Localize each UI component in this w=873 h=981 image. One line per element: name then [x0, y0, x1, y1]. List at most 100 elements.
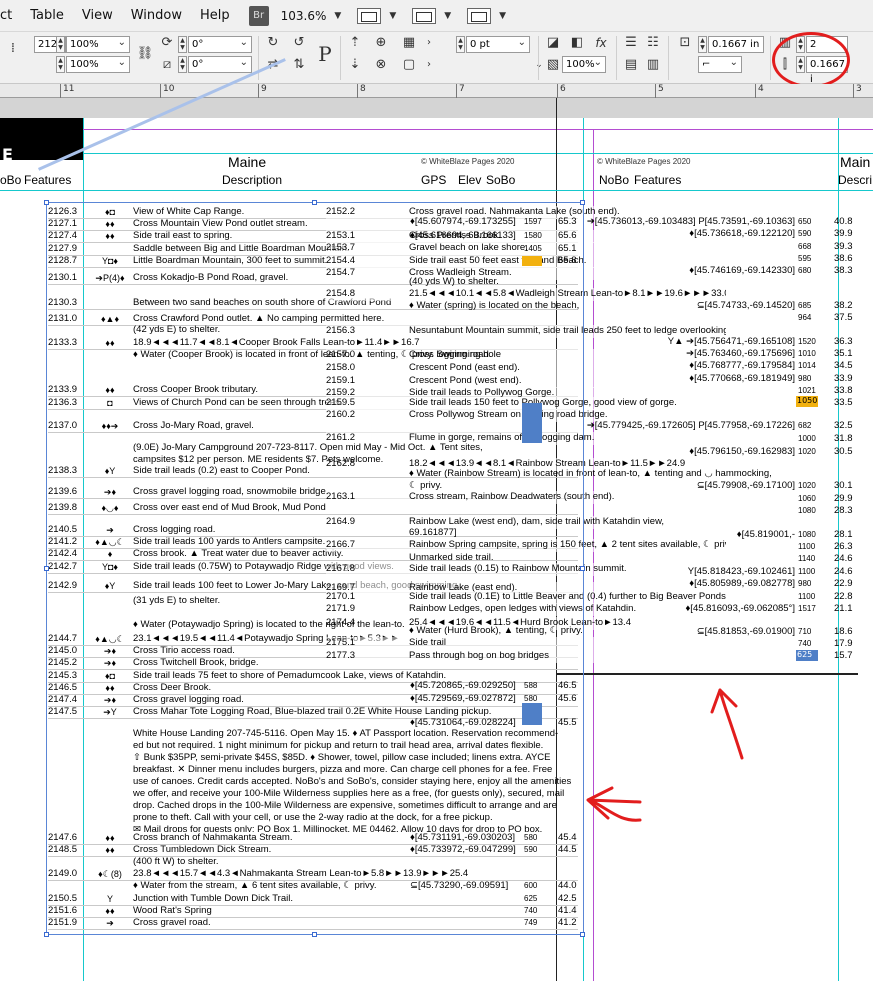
gps-coordinate: ♦[45.729569,-69.027872]: [410, 693, 516, 704]
inset-stepper[interactable]: ▲ ▼: [698, 36, 707, 53]
reference-point-icon[interactable]: ⁞: [4, 40, 22, 58]
rotate-ccw-icon[interactable]: ↺: [290, 34, 308, 52]
align-bottom-icon[interactable]: ▥: [644, 56, 662, 74]
text-wrap-box-icon[interactable]: ☷: [644, 34, 662, 52]
nahm-water-note: ♦ Water from the stream, ▲ 6 tent sites …: [133, 880, 377, 891]
table-row[interactable]: 964 37.5: [586, 312, 873, 325]
stroke-weight-field[interactable]: 0 pt: [466, 35, 530, 53]
row-description: 21.5◄◄◄10.1◄◄5.8◄Wadleigh Stream Lean-to…: [409, 288, 726, 299]
sobo-value: 31.8: [834, 433, 853, 444]
row-description: Side trail: [409, 637, 446, 648]
zoom-level[interactable]: 103.6%: [281, 9, 327, 23]
select-container-icon[interactable]: ⇡: [346, 34, 364, 52]
select-previous-icon[interactable]: ⇣: [346, 56, 364, 74]
screen-mode-dropdown-icon[interactable]: ▼: [389, 11, 396, 21]
mile-value: 2133.9: [48, 384, 78, 395]
selection-handle[interactable]: [44, 932, 49, 937]
flip-vertical-icon[interactable]: ⇅: [290, 56, 308, 74]
opacity-field[interactable]: 100%: [562, 55, 606, 73]
menu-help[interactable]: Help: [191, 8, 239, 23]
row-description: Cross Jo-Mary Road, gravel.: [133, 420, 254, 431]
effects-icon[interactable]: ◧: [568, 34, 586, 52]
rotate-cw-icon[interactable]: ↻: [264, 34, 282, 52]
table-row[interactable]: 1080 28.3: [586, 505, 873, 518]
elevation-value: 1100: [798, 592, 816, 601]
drop-shadow-icon[interactable]: ◪: [544, 34, 562, 52]
fx-icon[interactable]: fx: [592, 34, 610, 52]
select-next-icon[interactable]: ⊗: [372, 56, 390, 74]
table-row[interactable]: ♦[45.796150,-69.162983] 1020 30.5: [586, 446, 873, 459]
selection-handle[interactable]: [44, 566, 49, 571]
scale-y-field[interactable]: 100%: [66, 55, 130, 73]
table-row[interactable]: 625 15.7: [586, 650, 873, 663]
table-row[interactable]: ♦[45.816093,-69.062085°] 1517 21.1: [586, 603, 873, 616]
table-row[interactable]: ♦[45.736618,-69.122120] 590 39.9: [586, 228, 873, 241]
elevation-value: 1597: [524, 217, 542, 226]
mile-value: 2153.7: [326, 242, 356, 253]
horizontal-ruler[interactable]: 11 10 9 8 7 6 5 4 3: [0, 84, 873, 98]
mile-value: 2128.7: [48, 255, 78, 266]
mile-value: 2167.8: [326, 563, 356, 574]
table-row[interactable]: ⊆[45.79908,-69.17100] 1020 30.1: [586, 480, 873, 493]
rotate-stepper[interactable]: ▲ ▼: [178, 36, 187, 53]
sobo-value: 28.1: [834, 529, 853, 540]
table-row[interactable]: ➔[45.779425,-69.172605] P[45.77958,-69.1…: [586, 420, 873, 433]
stroke-arrow-icon[interactable]: ›: [420, 56, 438, 74]
mile-value: 2154.4: [326, 255, 356, 266]
align-top-icon[interactable]: ▤: [622, 56, 640, 74]
elevation-bar: [522, 703, 542, 725]
table-row[interactable]: 1050 33.5: [586, 397, 873, 410]
zoom-dropdown-icon[interactable]: ▼: [334, 11, 341, 21]
inset-spacing-field[interactable]: 0.1667 in: [708, 36, 764, 53]
corner-shape-field[interactable]: ⌐: [698, 55, 742, 73]
menu-window[interactable]: Window: [122, 8, 191, 23]
rotate-angle-field[interactable]: 0°: [188, 35, 252, 53]
table-row[interactable]: ♦[45.746169,-69.142330] 680 38.3: [586, 265, 873, 278]
bridge-button[interactable]: Br: [248, 5, 269, 26]
scale-y-stepper[interactable]: ▲ ▼: [56, 56, 65, 73]
row-description: Cross Mountain View Pond outlet stream.: [133, 218, 308, 229]
selection-handle[interactable]: [580, 932, 585, 937]
screen-mode-icon[interactable]: [357, 7, 382, 24]
fill-icon[interactable]: ▦: [400, 34, 418, 52]
gps-coordinate: ♦[45.746169,-69.142330]: [689, 265, 795, 276]
select-content-icon[interactable]: ⊕: [372, 34, 390, 52]
constrain-proportions-icon[interactable]: ⛓: [136, 45, 154, 63]
sobo-value: 24.6: [834, 553, 853, 564]
arrange-dropdown-icon[interactable]: ▼: [499, 11, 506, 21]
selection-handle[interactable]: [580, 200, 585, 205]
elevation-value: 740: [524, 906, 538, 915]
gps-coordinate: ♦[45.796150,-69.162983]: [689, 446, 795, 457]
view-options-dropdown-icon[interactable]: ▼: [444, 11, 451, 21]
scale-x-field[interactable]: 100%: [66, 35, 130, 53]
scale-x-stepper[interactable]: ▲ ▼: [56, 36, 65, 53]
view-options-icon[interactable]: [412, 7, 437, 24]
elevation-value: 1517: [798, 604, 816, 613]
table-row[interactable]: ♦[45.805989,-69.082778] 980 22.9: [586, 578, 873, 591]
arrange-documents-icon[interactable]: [467, 7, 492, 24]
selection-handle[interactable]: [312, 932, 317, 937]
unmarked-trail-note: Unmarked side trail.: [409, 552, 494, 563]
menu-table[interactable]: Table: [21, 8, 73, 23]
stroke-weight-stepper[interactable]: ▲ ▼: [456, 36, 465, 53]
stroke-icon[interactable]: ▢: [400, 56, 418, 74]
shear-stepper[interactable]: ▲ ▼: [178, 56, 187, 73]
elevation-value: 1140: [798, 554, 816, 563]
mile-value: 2133.3: [48, 337, 78, 348]
fill-arrow-icon[interactable]: ›: [420, 34, 438, 52]
selection-handle[interactable]: [44, 200, 49, 205]
table-row[interactable]: ♦[45.768777,-69.179584] 1014 34.5: [586, 360, 873, 373]
gps-coordinate: ♦[45.731191,-69.030203]: [410, 832, 516, 843]
selection-handle[interactable]: [312, 200, 317, 205]
menu-view[interactable]: View: [73, 8, 122, 23]
text-wrap-none-icon[interactable]: ☰: [622, 34, 640, 52]
mile-value: 2158.0: [326, 362, 356, 373]
left-features-header: Features: [24, 173, 72, 187]
table-row[interactable]: 1140 24.6: [586, 553, 873, 566]
table-row[interactable]: 1000 31.8: [586, 433, 873, 446]
row-description: Little Boardman Mountain, 300 feet to su…: [133, 255, 328, 266]
shear-angle-field[interactable]: 0°: [188, 55, 252, 73]
menu-object[interactable]: ct: [0, 8, 21, 23]
selection-handle[interactable]: [580, 566, 585, 571]
elevation-value: 682: [798, 421, 812, 430]
